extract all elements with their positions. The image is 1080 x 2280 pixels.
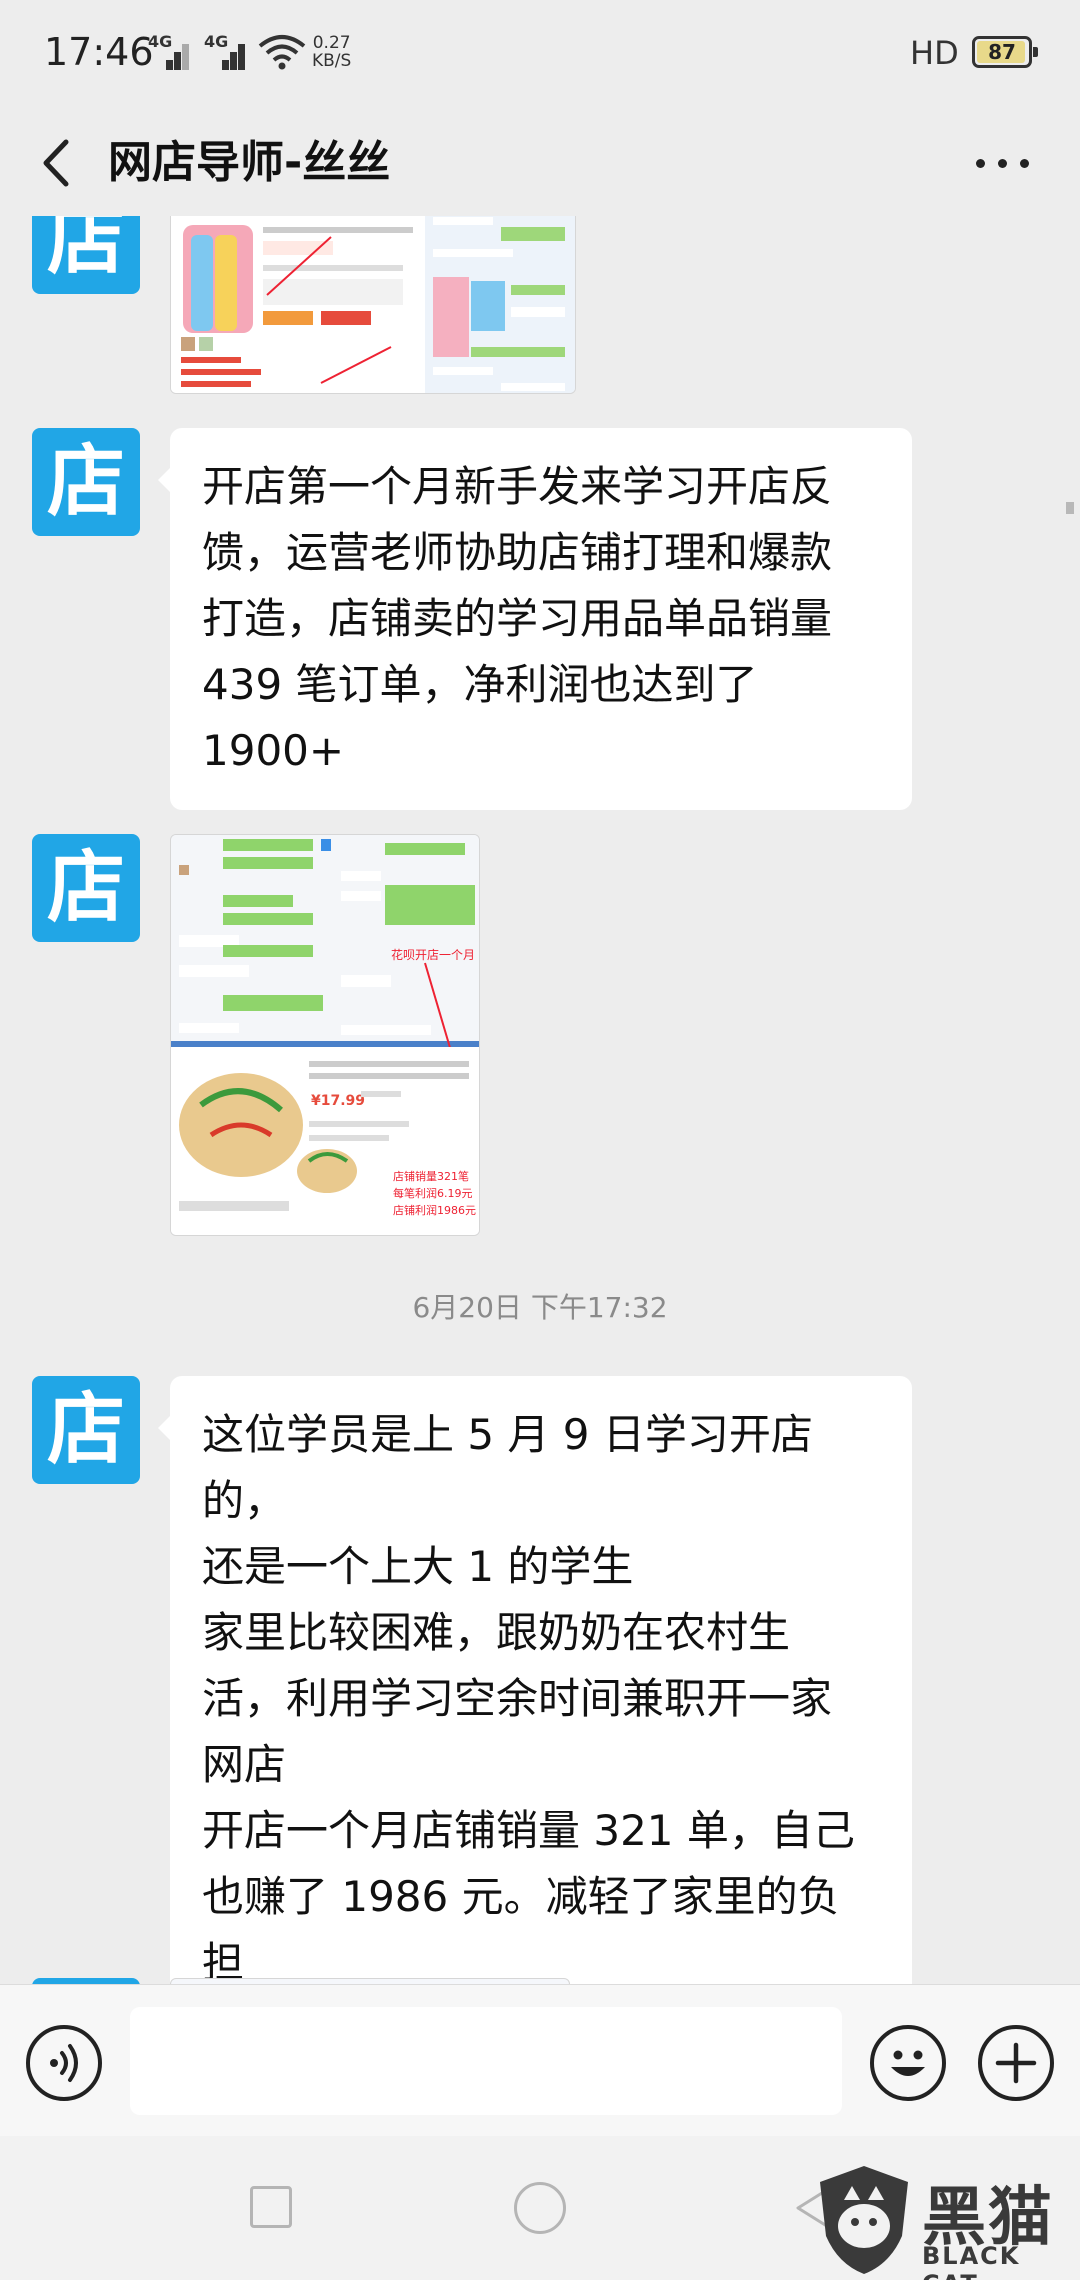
signal-icon: 4G — [148, 32, 192, 70]
screenshot-image — [171, 216, 575, 393]
status-bar: 17:46 4G 4G 0.27 KB/S HD 87 — [0, 0, 1080, 110]
chat-area[interactable]: 店 店 开店第一个月新手发来学习开店反 馈，运营老师协助店铺打理和爆款 打造，店… — [0, 216, 1080, 1984]
message-line: 打造，店铺卖的学习用品单品销量 — [202, 594, 833, 643]
image-message[interactable] — [170, 216, 576, 394]
message-line: 担 — [202, 1938, 245, 1984]
message-line: 也赚了 1986 元。减轻了家里的负 — [202, 1872, 840, 1921]
avatar[interactable]: 店 — [32, 216, 140, 294]
status-time: 17:46 — [44, 30, 154, 74]
timestamp: 6月20日 下午17:32 — [412, 1291, 668, 1324]
signal-label: 4G — [204, 32, 229, 51]
plus-button[interactable] — [978, 2025, 1054, 2101]
message-line: 家里比较困难，跟奶奶在农村生 — [202, 1608, 791, 1657]
speed-unit: KB/S — [312, 51, 352, 71]
message-line: 还是一个上大 1 的学生 — [202, 1542, 634, 1591]
chat-title: 网店导师-丝丝 — [108, 137, 391, 188]
network-speed: 0.27 KB/S — [312, 34, 351, 70]
message-line: 开店第一个月新手发来学习开店反 — [202, 462, 833, 511]
scrollbar[interactable] — [1066, 502, 1074, 514]
image-caption: 花呗开店一个月 — [391, 947, 475, 962]
message-input[interactable] — [130, 2007, 842, 2115]
watermark-sub: BLACK CAT — [922, 2242, 1021, 2280]
message-line: 活，利用学习空余时间兼职开一家 — [202, 1674, 833, 1723]
avatar[interactable]: 店 — [32, 1376, 140, 1484]
image-annotation: 店铺利润1986元 — [393, 1203, 476, 1217]
plus-icon — [995, 2042, 1037, 2084]
wifi-icon — [258, 35, 306, 70]
image-price: ¥17.99 — [311, 1093, 365, 1109]
avatar[interactable]: 店 — [32, 834, 140, 942]
emoji-icon — [891, 2050, 925, 2076]
home-button[interactable] — [514, 2182, 566, 2234]
message-line: 439 笔订单，净利润也达到了 — [202, 660, 758, 709]
image-annotation: 每笔利润6.19元 — [393, 1186, 473, 1200]
cat-shield-logo-icon — [820, 2166, 908, 2274]
message-line: 馈，运营老师协助店铺打理和爆款 — [202, 528, 833, 577]
avatar[interactable]: 店 — [32, 428, 140, 536]
message-line: 1900+ — [202, 726, 345, 775]
recent-apps-button[interactable] — [250, 2186, 292, 2228]
signal-label: 4G — [148, 32, 173, 51]
image-annotation: 店铺销量321笔 — [393, 1169, 469, 1183]
voice-button[interactable] — [26, 2025, 102, 2101]
message-line: 开店一个月店铺销量 321 单，自己 — [202, 1806, 855, 1855]
watermark: 黑猫 BLACK CAT — [810, 2160, 1078, 2280]
signal-icon: 4G — [204, 32, 248, 70]
more-dots-icon[interactable] — [970, 132, 1036, 192]
speed-value: 0.27 — [312, 33, 351, 53]
voice-icon — [50, 2044, 78, 2082]
hd-indicator: HD — [910, 34, 959, 72]
emoji-button[interactable] — [870, 2025, 946, 2101]
battery-icon: 87 — [972, 36, 1038, 68]
text-message[interactable]: 开店第一个月新手发来学习开店反 馈，运营老师协助店铺打理和爆款 打造，店铺卖的学… — [158, 428, 912, 810]
message-line: 网店 — [202, 1740, 287, 1789]
title-bar: 网店导师-丝丝 — [0, 110, 1080, 216]
text-message[interactable]: 这位学员是上 5 月 9 日学习开店的， 还是一个上大 1 的学生 家里比较困难… — [158, 1376, 912, 1984]
chevron-left-icon[interactable] — [28, 128, 84, 198]
input-bar — [0, 1984, 1080, 2136]
battery-level: 87 — [988, 40, 1016, 64]
screenshot-image: 花呗开店一个月 ¥17.99 店铺销量321笔 每笔利润6.19元 店铺利润19… — [171, 835, 479, 1235]
image-message[interactable]: 花呗开店一个月 ¥17.99 店铺销量321笔 每笔利润6.19元 店铺利润19… — [170, 834, 480, 1236]
message-line: 这位学员是上 5 月 9 日学习开店的， — [202, 1410, 813, 1525]
